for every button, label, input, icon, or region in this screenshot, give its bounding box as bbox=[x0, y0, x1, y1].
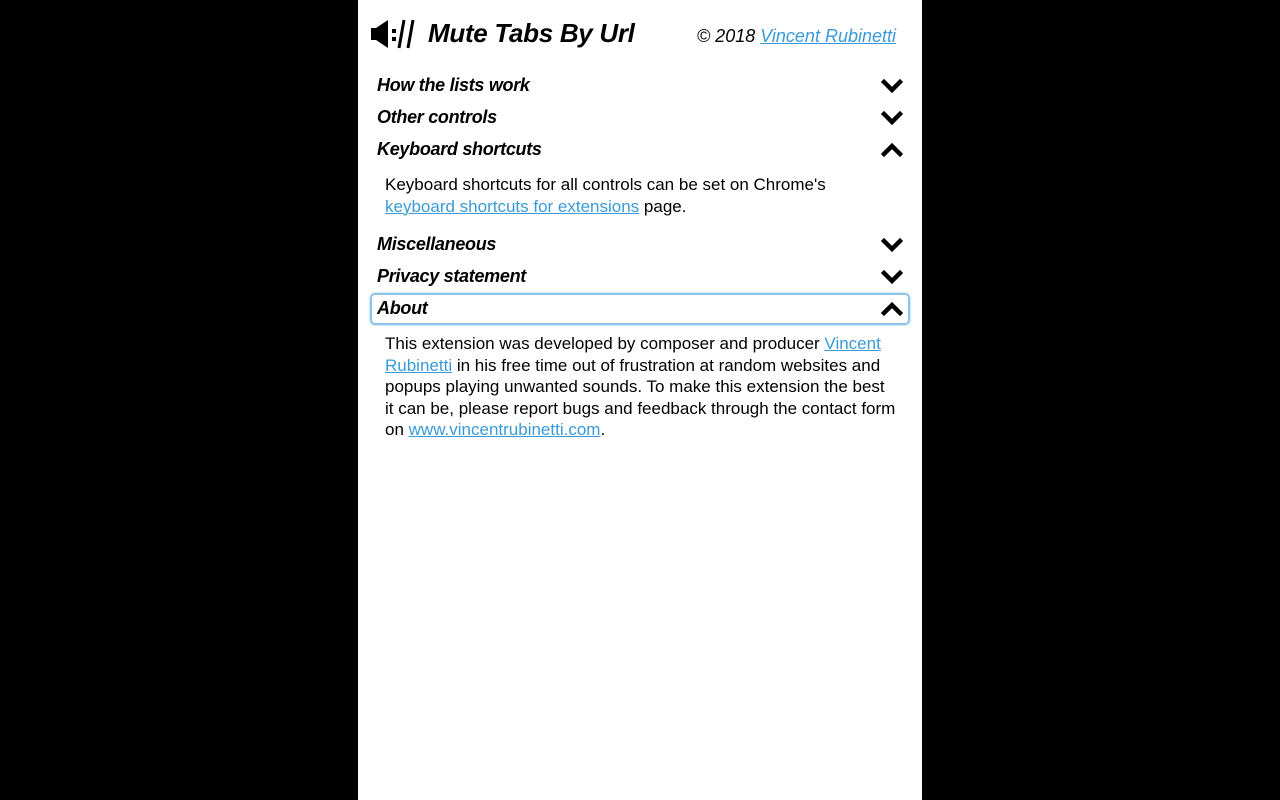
chevron-up-icon bbox=[881, 301, 903, 317]
copyright: © 2018 Vincent Rubinetti bbox=[697, 26, 896, 47]
body-text: . bbox=[600, 420, 606, 439]
author-link[interactable]: Vincent Rubinetti bbox=[760, 26, 896, 46]
header: Mute Tabs By Url © 2018 Vincent Rubinett… bbox=[358, 0, 922, 70]
section-title: About bbox=[377, 298, 428, 318]
copyright-text: © 2018 bbox=[696, 26, 761, 46]
section-title: Other controls bbox=[377, 107, 497, 127]
section-body-keyboard-shortcuts: Keyboard shortcuts for all controls can … bbox=[370, 166, 910, 229]
keyboard-shortcuts-link[interactable]: keyboard shortcuts for extensions bbox=[385, 197, 639, 216]
section-header-how-lists-work[interactable]: How the lists work bbox=[370, 70, 910, 102]
section-title: Miscellaneous bbox=[377, 234, 497, 254]
section-title: Keyboard shortcuts bbox=[377, 139, 542, 159]
body-text: Keyboard shortcuts for all controls can … bbox=[385, 175, 826, 194]
app-title: Mute Tabs By Url bbox=[428, 18, 635, 48]
section-header-privacy-statement[interactable]: Privacy statement bbox=[370, 261, 910, 293]
section-header-keyboard-shortcuts[interactable]: Keyboard shortcuts bbox=[370, 134, 910, 166]
section-body-about: This extension was developed by composer… bbox=[370, 325, 910, 453]
body-text: page. bbox=[639, 196, 687, 216]
chevron-up-icon bbox=[881, 142, 903, 158]
options-page: Mute Tabs By Url © 2018 Vincent Rubinett… bbox=[358, 0, 922, 800]
body-text: This extension was developed by composer… bbox=[385, 334, 825, 353]
chevron-down-icon bbox=[881, 237, 903, 253]
section-header-about[interactable]: About bbox=[370, 293, 910, 325]
section-title: How the lists work bbox=[377, 75, 530, 95]
section-header-miscellaneous[interactable]: Miscellaneous bbox=[370, 229, 910, 261]
section-title: Privacy statement bbox=[377, 266, 526, 286]
website-link[interactable]: www.vincentrubinetti.com bbox=[409, 420, 601, 439]
chevron-down-icon bbox=[881, 78, 903, 94]
sections-accordion: How the lists work Other controls Keyboa… bbox=[370, 70, 910, 453]
chevron-down-icon bbox=[881, 110, 903, 126]
section-header-other-controls[interactable]: Other controls bbox=[370, 102, 910, 134]
muted-speaker-url-icon bbox=[371, 19, 415, 49]
chevron-down-icon bbox=[881, 269, 903, 285]
